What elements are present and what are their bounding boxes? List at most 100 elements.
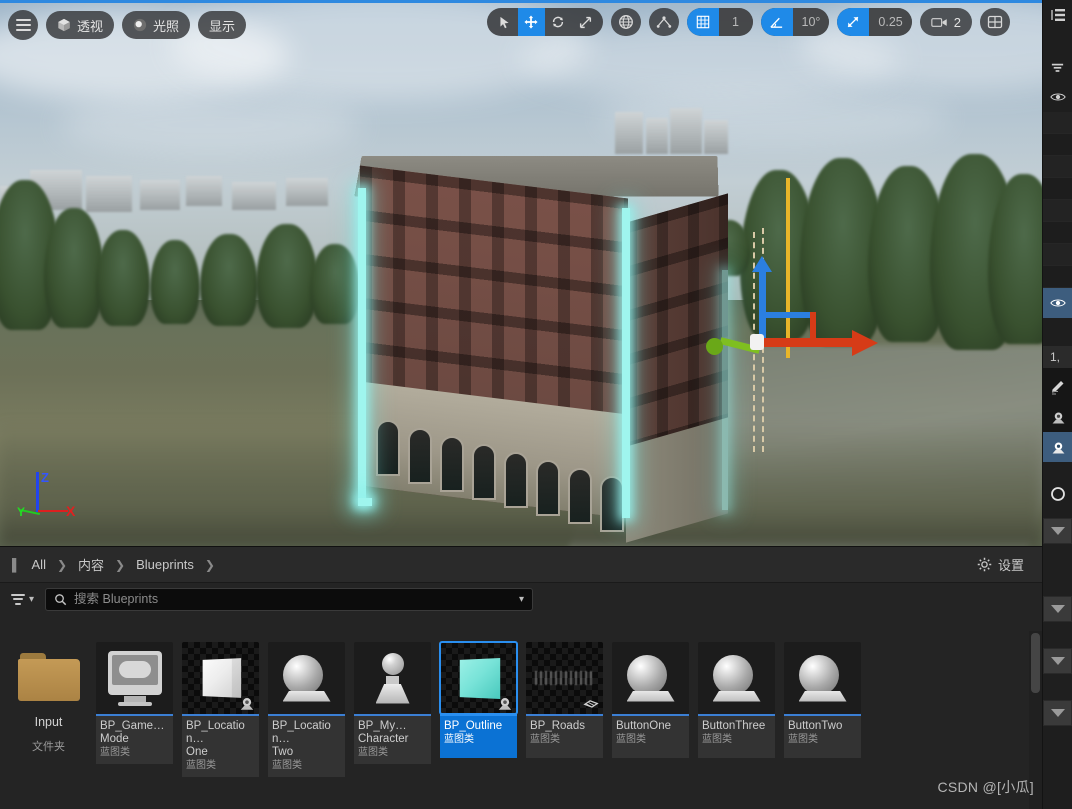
search-options-chevron-icon[interactable]: ▾	[519, 594, 524, 605]
angle-snap-control: 10°	[760, 8, 830, 36]
camera-speed-control[interactable]: 2	[919, 8, 972, 36]
asset-tile-folder[interactable]: Input 文件夹	[6, 639, 91, 809]
asset-name-line2: Two	[272, 746, 294, 758]
outliner-row[interactable]	[1043, 156, 1072, 178]
lighting-button[interactable]: 光照	[122, 11, 191, 39]
viewport-axis-indicator: Z X Y	[14, 470, 94, 530]
grid-snap-value[interactable]: 1	[718, 8, 753, 36]
axis-label-z: Z	[41, 470, 49, 485]
perspective-button[interactable]: 透视	[46, 11, 115, 39]
dropdown-button-3[interactable]	[1043, 648, 1072, 674]
chevron-down-icon	[1050, 605, 1065, 613]
asset-name: BP_Outline	[444, 720, 503, 732]
viewport-layout-button[interactable]	[980, 8, 1010, 36]
asset-thumbnail	[698, 642, 775, 714]
asset-thumbnail	[268, 642, 345, 714]
angle-snap-value[interactable]: 10°	[792, 8, 830, 36]
edit-button[interactable]	[1043, 372, 1072, 402]
asset-name: ButtonThree	[702, 720, 766, 732]
dropdown-button-4[interactable]	[1043, 700, 1072, 726]
scale-snap-toggle[interactable]	[837, 8, 870, 36]
moon-icon	[133, 18, 147, 32]
breadcrumb-bar: ▌ All ❯ 内容 ❯ Blueprints ❯ 设置	[0, 547, 1042, 583]
asset-tile-bp-gamemode[interactable]: BP_Game… Mode 蓝图类	[92, 639, 177, 809]
outliner-button[interactable]	[1043, 0, 1072, 30]
details-panel	[1043, 368, 1072, 462]
detail-item-1[interactable]	[1043, 402, 1072, 432]
translate-gizmo[interactable]	[706, 256, 892, 378]
outliner-filter-button[interactable]	[1043, 52, 1072, 82]
outline-right-edge	[622, 208, 630, 518]
folder-type: 文件夹	[32, 741, 65, 753]
settings-label: 设置	[997, 558, 1024, 573]
outliner-row[interactable]	[1043, 222, 1072, 244]
select-mode-button[interactable]	[487, 8, 518, 36]
outliner-row[interactable]	[1043, 244, 1072, 266]
show-label: 显示	[209, 18, 236, 34]
asset-tile-bp-mycharacter[interactable]: BP_My… Character 蓝图类	[350, 639, 435, 809]
breadcrumb-item-blueprints[interactable]: Blueprints	[130, 554, 200, 575]
search-input-wrapper[interactable]: ▾	[45, 587, 534, 611]
coordinate-system-button[interactable]	[610, 8, 641, 36]
chevron-right-icon: ❯	[115, 557, 126, 572]
dropdown-button-2[interactable]	[1043, 596, 1072, 622]
content-browser-search-bar: ▾ ▾	[0, 583, 1042, 615]
asset-name: BP_Location…	[272, 720, 331, 745]
rotate-mode-button[interactable]	[545, 8, 572, 36]
filters-button[interactable]: ▾	[8, 589, 37, 609]
viewport-menu-button[interactable]	[8, 10, 38, 40]
scrollbar-thumb[interactable]	[1031, 633, 1040, 693]
asset-type: 蓝图类	[616, 734, 646, 745]
outliner-row[interactable]	[1043, 178, 1072, 200]
right-dock-panel: 1,	[1042, 0, 1072, 809]
asset-name: BP_Roads	[530, 720, 585, 732]
search-input[interactable]	[74, 592, 512, 606]
outliner-row[interactable]	[1043, 266, 1072, 288]
asset-type: 蓝图类	[186, 760, 216, 771]
visibility-toggle-top[interactable]	[1043, 82, 1072, 112]
chevron-down-icon	[1050, 657, 1065, 665]
show-button[interactable]: 显示	[198, 11, 247, 39]
grid-snap-toggle[interactable]	[686, 8, 719, 36]
selected-building-actor[interactable]	[330, 150, 750, 543]
translate-mode-button[interactable]	[517, 8, 545, 36]
visibility-toggle-selected[interactable]	[1043, 288, 1072, 318]
breadcrumb-item-content[interactable]: 内容	[72, 552, 110, 577]
gear-icon	[977, 557, 992, 572]
search-round-button[interactable]	[1043, 480, 1072, 510]
axis-label-y: Y	[17, 505, 26, 519]
hamburger-icon	[15, 16, 31, 34]
asset-tile-buttonone[interactable]: ButtonOne 蓝图类	[608, 639, 693, 809]
settings-button[interactable]: 设置	[969, 552, 1032, 577]
viewport-toolbar-right: 1 10° 0.25 2	[486, 8, 1010, 36]
breadcrumb: ▌ All ❯ 内容 ❯ Blueprints ❯	[10, 552, 969, 577]
content-browser-scrollbar[interactable]	[1029, 631, 1042, 809]
asset-tile-buttontwo[interactable]: ButtonTwo 蓝图类	[780, 639, 865, 809]
asset-thumbnail	[526, 642, 603, 714]
scale-snap-value[interactable]: 0.25	[869, 8, 912, 36]
asset-name: BP_Location…	[186, 720, 245, 745]
level-viewport[interactable]: Z X Y 透视 光照 显示 1 10° 0.25 2	[0, 0, 1042, 546]
angle-snap-toggle[interactable]	[760, 8, 793, 36]
asset-name-line2: Character	[358, 733, 409, 745]
asset-name: BP_Game…	[100, 720, 165, 732]
chevron-right-icon: ❯	[56, 557, 68, 572]
scale-mode-button[interactable]	[572, 8, 603, 36]
asset-type: 蓝图类	[530, 734, 560, 745]
transform-mode-group	[486, 8, 603, 36]
outliner-row[interactable]	[1043, 112, 1072, 134]
asset-thumbnail	[784, 642, 861, 714]
asset-tile-bp-outline[interactable]: BP_Outline 蓝图类	[436, 639, 521, 809]
dropdown-button-1[interactable]	[1043, 518, 1072, 544]
asset-tile-buttonthree[interactable]: ButtonThree 蓝图类	[694, 639, 779, 809]
detail-item-2[interactable]	[1043, 432, 1072, 462]
asset-tile-bp-locationone[interactable]: BP_Location… One 蓝图类	[178, 639, 263, 809]
chevron-down-icon: ▾	[29, 593, 35, 605]
breadcrumb-item-all[interactable]: All	[26, 554, 52, 575]
outline-bottom-edge	[358, 498, 372, 506]
outliner-row[interactable]	[1043, 134, 1072, 156]
outliner-row[interactable]	[1043, 200, 1072, 222]
surface-snap-button[interactable]	[648, 8, 679, 36]
asset-tile-bp-locationtwo[interactable]: BP_Location… Two 蓝图类	[264, 639, 349, 809]
asset-tile-bp-roads[interactable]: BP_Roads 蓝图类	[522, 639, 607, 809]
